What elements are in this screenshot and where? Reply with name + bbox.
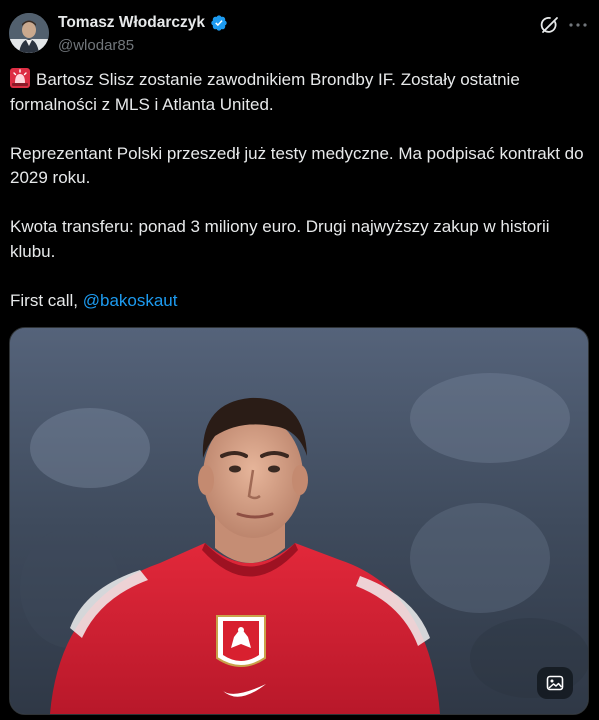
tweet-paragraph-4: First call, @bakoskaut <box>10 289 595 314</box>
author-display-name[interactable]: Tomasz Włodarczyk <box>58 14 205 32</box>
image-description-icon[interactable] <box>537 667 573 699</box>
verified-badge-icon <box>211 15 227 31</box>
tweet-paragraph-3: Kwota transferu: ponad 3 miliony euro. D… <box>10 217 550 261</box>
first-call-text: First call, <box>10 290 83 310</box>
profile-avatar[interactable] <box>9 13 49 53</box>
tweet-header: Tomasz Włodarczyk @wlodar85 <box>0 0 599 62</box>
police-siren-icon <box>10 68 30 88</box>
tweet-paragraph-1: Bartosz Slisz zostanie zawodnikiem Brond… <box>10 68 595 117</box>
tweet-text: Bartosz Slisz zostanie zawodnikiem Brond… <box>10 68 595 338</box>
grok-icon[interactable] <box>538 13 562 37</box>
author-handle[interactable]: @wlodar85 <box>58 37 134 54</box>
tweet-paragraph-2: Reprezentant Polski przeszedł już testy … <box>10 143 584 188</box>
mention-link[interactable]: @bakoskaut <box>83 291 178 310</box>
more-options-icon[interactable] <box>566 13 590 37</box>
tweet-media-image[interactable] <box>9 327 589 715</box>
tweet-paragraph-1-text: Bartosz Slisz zostanie zawodnikiem Brond… <box>10 70 520 114</box>
